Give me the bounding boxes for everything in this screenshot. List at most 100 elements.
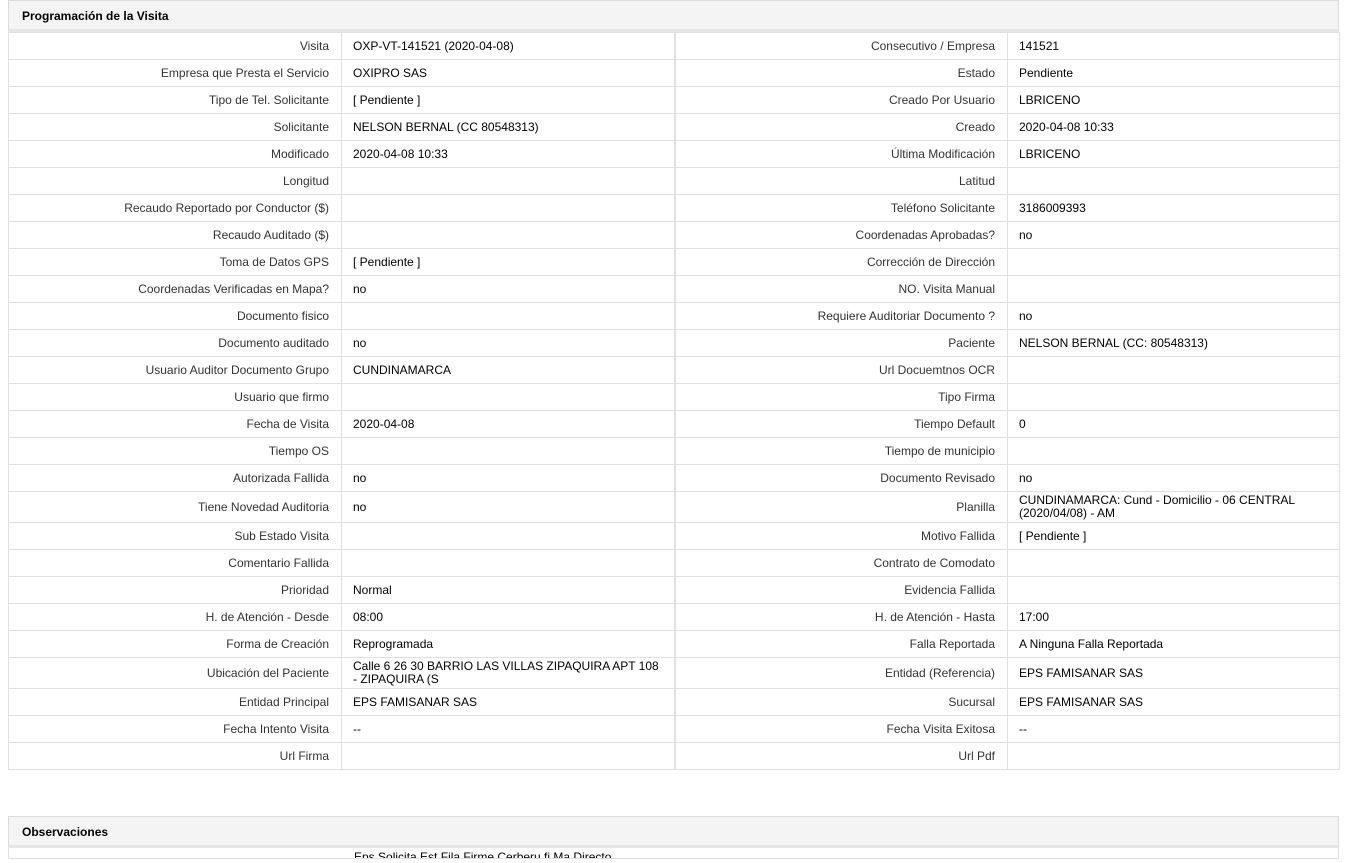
field-value: 3186009393 [1007, 194, 1340, 222]
field-value [341, 167, 675, 195]
field-label: Creado [673, 113, 1008, 141]
field-label: Última Modificación [673, 140, 1008, 168]
field-value: -- [1007, 715, 1340, 743]
observations-header: Observaciones [8, 816, 1339, 848]
field-label: Contrato de Comodato [673, 549, 1008, 577]
field-value: no [341, 275, 675, 303]
field-label: Entidad Principal [8, 688, 342, 716]
detail-row: Autorizada Fallida no Documento Revisado … [8, 464, 1340, 492]
detail-row: Solicitante NELSON BERNAL (CC 80548313) Cr… [8, 113, 1340, 141]
field-value: Pendiente [1007, 59, 1340, 87]
field-label: Creado Por Usuario [673, 86, 1008, 114]
field-value [341, 221, 675, 249]
field-value: 2020-04-08 10:33 [341, 140, 675, 168]
detail-row: Usuario que firmo Tipo Firma [8, 383, 1340, 411]
field-label: Documento fisico [8, 302, 342, 330]
field-label: Documento auditado [8, 329, 342, 357]
field-label: Sucursal [673, 688, 1008, 716]
field-value: OXP-VT-141521 (2020-04-08) [341, 32, 675, 60]
field-label: Fecha de Visita [8, 410, 342, 438]
field-label: Recaudo Auditado ($) [8, 221, 342, 249]
detail-row: Tiempo OS Tiempo de municipio [8, 437, 1340, 465]
field-label: Tipo Firma [673, 383, 1008, 411]
field-label: Planilla [673, 491, 1008, 523]
field-label: Estado [673, 59, 1008, 87]
field-value: [ Pendiente ] [1007, 522, 1340, 550]
field-value: 2020-04-08 10:33 [1007, 113, 1340, 141]
field-label: Motivo Fallida [673, 522, 1008, 550]
detail-row: Entidad Principal EPS FAMISANAR SAS Sucurs… [8, 688, 1340, 716]
field-label: Url Firma [8, 742, 342, 770]
field-value [1007, 549, 1340, 577]
detail-row: Toma de Datos GPS[ Pendiente ] Corrección… [8, 248, 1340, 276]
observations-text: Eps Solicita Est Fila Firme Cerberu fi M… [354, 850, 612, 859]
field-value: no [1007, 302, 1340, 330]
detail-row: Prioridad Normal Evidencia Fallida [8, 576, 1340, 604]
field-value [341, 437, 675, 465]
field-value: -- [341, 715, 675, 743]
field-label: Visita [8, 32, 342, 60]
field-value [1007, 167, 1340, 195]
detail-row: Comentario Fallida Contrato de Comodato [8, 549, 1340, 577]
field-label: H. de Atención - Hasta [673, 603, 1008, 631]
field-label: Modificado [8, 140, 342, 168]
field-value [1007, 275, 1340, 303]
field-value: LBRICENO [1007, 140, 1340, 168]
field-label: H. de Atención - Desde [8, 603, 342, 631]
field-value: [ Pendiente ] [341, 86, 675, 114]
field-value: no [341, 329, 675, 357]
field-value: OXIPRO SAS [341, 59, 675, 87]
field-label: Url Pdf [673, 742, 1008, 770]
detail-row: Fecha de Visita 2020-04-08 Tiempo Default… [8, 410, 1340, 438]
field-label: Coordenadas Aprobadas? [673, 221, 1008, 249]
field-value [1007, 356, 1340, 384]
field-label: Longitud [8, 167, 342, 195]
field-value: A Ninguna Falla Reportada [1007, 630, 1340, 658]
field-label: Fecha Intento Visita [8, 715, 342, 743]
field-label: Sub Estado Visita [8, 522, 342, 550]
field-value [1007, 248, 1340, 276]
field-value: 2020-04-08 [341, 410, 675, 438]
field-value [1007, 437, 1340, 465]
field-label: NO. Visita Manual [673, 275, 1008, 303]
detail-row: Coordenadas Verificadas en Mapa? no NO. V… [8, 275, 1340, 303]
detail-row: Documento fisico Requiere Auditoriar Docu… [8, 302, 1340, 330]
field-label: Evidencia Fallida [673, 576, 1008, 604]
field-value: no [1007, 464, 1340, 492]
field-value: EPS FAMISANAR SAS [1007, 688, 1340, 716]
field-value: LBRICENO [1007, 86, 1340, 114]
field-label: Comentario Fallida [8, 549, 342, 577]
detail-row: Url Firma Url Pdf [8, 742, 1340, 770]
field-value: [ Pendiente ] [341, 248, 675, 276]
detail-row: Forma de Creación Reprogramada Falla Repor… [8, 630, 1340, 658]
field-value [341, 302, 675, 330]
observations-panel: Observaciones Eps Solicita Est Fila Firm… [8, 816, 1339, 859]
field-value: Reprogramada [341, 630, 675, 658]
field-label: Usuario que firmo [8, 383, 342, 411]
field-label: Requiere Auditoriar Documento ? [673, 302, 1008, 330]
field-label: Toma de Datos GPS [8, 248, 342, 276]
detail-row: Longitud Latitud [8, 167, 1340, 195]
detail-row: Documento auditado no Paciente NELSON BERN… [8, 329, 1340, 357]
detail-row: H. de Atención - Desde 08:00 H. de Atenció… [8, 603, 1340, 631]
field-label: Latitud [673, 167, 1008, 195]
field-value: CUNDINAMARCA: Cund - Domicilio - 06 CENT… [1007, 491, 1340, 523]
visit-details-table: Visita OXP-VT-141521 (2020-04-08) Consecut… [8, 32, 1340, 770]
visit-programming-header: Programación de la Visita [8, 0, 1339, 32]
detail-row: Empresa que Presta el Servicio OXIPRO SAS… [8, 59, 1340, 87]
field-label: Ubicación del Paciente [8, 657, 342, 689]
field-value [341, 742, 675, 770]
field-label: Usuario Auditor Documento Grupo [8, 356, 342, 384]
field-label: Corrección de Dirección [673, 248, 1008, 276]
field-label: Autorizada Fallida [8, 464, 342, 492]
field-value: 17:00 [1007, 603, 1340, 631]
visit-programming-panel: Programación de la Visita Visita OXP-VT-1… [8, 0, 1340, 770]
field-value: EPS FAMISANAR SAS [341, 688, 675, 716]
detail-row: Recaudo Auditado ($) Coordenadas Aprobada… [8, 221, 1340, 249]
field-value [341, 383, 675, 411]
field-label: Recaudo Reportado por Conductor ($) [8, 194, 342, 222]
field-label: Entidad (Referencia) [673, 657, 1008, 689]
field-label: Empresa que Presta el Servicio [8, 59, 342, 87]
field-label: Tiene Novedad Auditoria [8, 491, 342, 523]
detail-row: Usuario Auditor Documento Grupo CUNDINAMA… [8, 356, 1340, 384]
